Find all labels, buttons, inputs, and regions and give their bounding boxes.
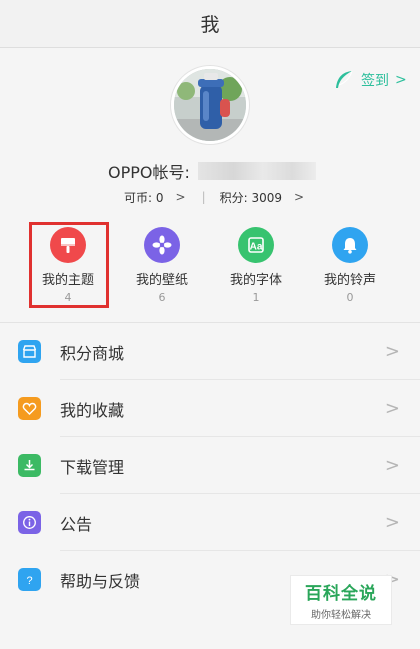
- list-label: 下载管理: [60, 457, 125, 477]
- grid-label: 我的铃声: [323, 273, 376, 288]
- font-icon: Aa: [248, 237, 264, 253]
- chevron-right-icon: >: [384, 398, 400, 419]
- list-item-announcements[interactable]: 公告 >: [0, 494, 420, 551]
- list-label: 公告: [60, 514, 93, 534]
- grid-count: 6: [158, 291, 166, 304]
- account-id-blurred: [197, 162, 316, 180]
- grid-label: 我的壁纸: [135, 273, 188, 288]
- grid-item-my-fonts[interactable]: Aa 我的字体 1: [215, 218, 297, 308]
- grid-item-my-wallpapers[interactable]: 我的壁纸 6: [121, 218, 203, 308]
- grid-icon-bg: [50, 227, 86, 263]
- watermark-logo: 百科全说 助你轻松解决: [290, 575, 392, 625]
- grid-label: 我的字体: [229, 273, 282, 288]
- coins-link[interactable]: 可币: 0 >: [124, 189, 186, 206]
- quick-grid: 我的主题 4 我的壁纸 6 Aa 我的字体 1 我的铃声 0: [0, 218, 420, 310]
- chevron-right-icon: >: [175, 190, 186, 204]
- menu-list: 积分商城 > 我的收藏 > 下载管理 > 公告 > ? 帮助与反馈 >: [0, 323, 420, 608]
- grid-count: 4: [64, 291, 72, 304]
- account-label: OPPO帐号:: [108, 163, 190, 182]
- chevron-right-icon: >: [395, 72, 407, 88]
- points-value: 积分: 3009: [219, 190, 283, 205]
- list-icon-bg: [18, 340, 41, 363]
- list-icon-bg: [18, 511, 41, 534]
- page: 我 签到 > OPPO帐号: 可币: 0 > | 积分: 3009 > 我的主题…: [0, 0, 420, 649]
- list-item-downloads[interactable]: 下载管理 >: [0, 437, 420, 494]
- heart-icon: [22, 402, 37, 415]
- info-icon: [23, 516, 36, 529]
- signin-button[interactable]: 签到 >: [333, 69, 407, 91]
- app-header: 我: [0, 0, 420, 48]
- flower-icon: [152, 235, 172, 255]
- grid-item-my-ringtones[interactable]: 我的铃声 0: [309, 218, 391, 308]
- grid-icon-bg: [144, 227, 180, 263]
- grid-count: 1: [252, 291, 260, 304]
- stats-separator: |: [201, 190, 206, 204]
- account-row: OPPO帐号:: [108, 159, 316, 183]
- grid-icon-bg: [332, 227, 368, 263]
- download-icon: [24, 460, 35, 471]
- chevron-right-icon: >: [384, 512, 400, 533]
- list-label: 积分商城: [60, 343, 125, 363]
- watermark-title: 百科全说: [305, 584, 377, 604]
- list-icon-bg: [18, 454, 41, 477]
- list-icon-bg: [18, 397, 41, 420]
- coins-value: 可币: 0: [124, 190, 164, 205]
- signin-label: 签到: [361, 73, 389, 89]
- avatar-photo: [174, 69, 246, 141]
- grid-label: 我的主题: [41, 273, 94, 288]
- points-link[interactable]: 积分: 3009 >: [220, 189, 304, 206]
- list-item-my-favorites[interactable]: 我的收藏 >: [0, 380, 420, 437]
- grid-icon-bg: Aa: [238, 227, 274, 263]
- svg-text:?: ?: [26, 575, 32, 587]
- grid-count: 0: [346, 291, 354, 304]
- chevron-right-icon: >: [384, 341, 400, 362]
- chevron-right-icon: >: [384, 455, 400, 476]
- watermark-subtitle: 助你轻松解决: [311, 610, 371, 621]
- help-icon: ?: [26, 575, 32, 587]
- list-item-points-mall[interactable]: 积分商城 >: [0, 323, 420, 380]
- svg-text:Aa: Aa: [250, 242, 263, 253]
- feather-icon: [336, 70, 353, 88]
- shop-icon: [22, 345, 37, 358]
- list-icon-bg: ?: [18, 568, 41, 591]
- avatar[interactable]: [171, 66, 249, 144]
- page-title: 我: [200, 14, 220, 36]
- paint-brush-icon: [61, 238, 75, 253]
- bell-icon: [343, 238, 357, 254]
- stats-row: 可币: 0 > | 积分: 3009 >: [124, 187, 304, 207]
- grid-item-my-themes[interactable]: 我的主题 4: [27, 218, 109, 308]
- profile-section: 签到 > OPPO帐号: 可币: 0 > | 积分: 3009 >: [0, 49, 420, 209]
- list-label: 帮助与反馈: [60, 571, 141, 591]
- list-label: 我的收藏: [60, 400, 125, 420]
- chevron-right-icon: >: [294, 190, 305, 204]
